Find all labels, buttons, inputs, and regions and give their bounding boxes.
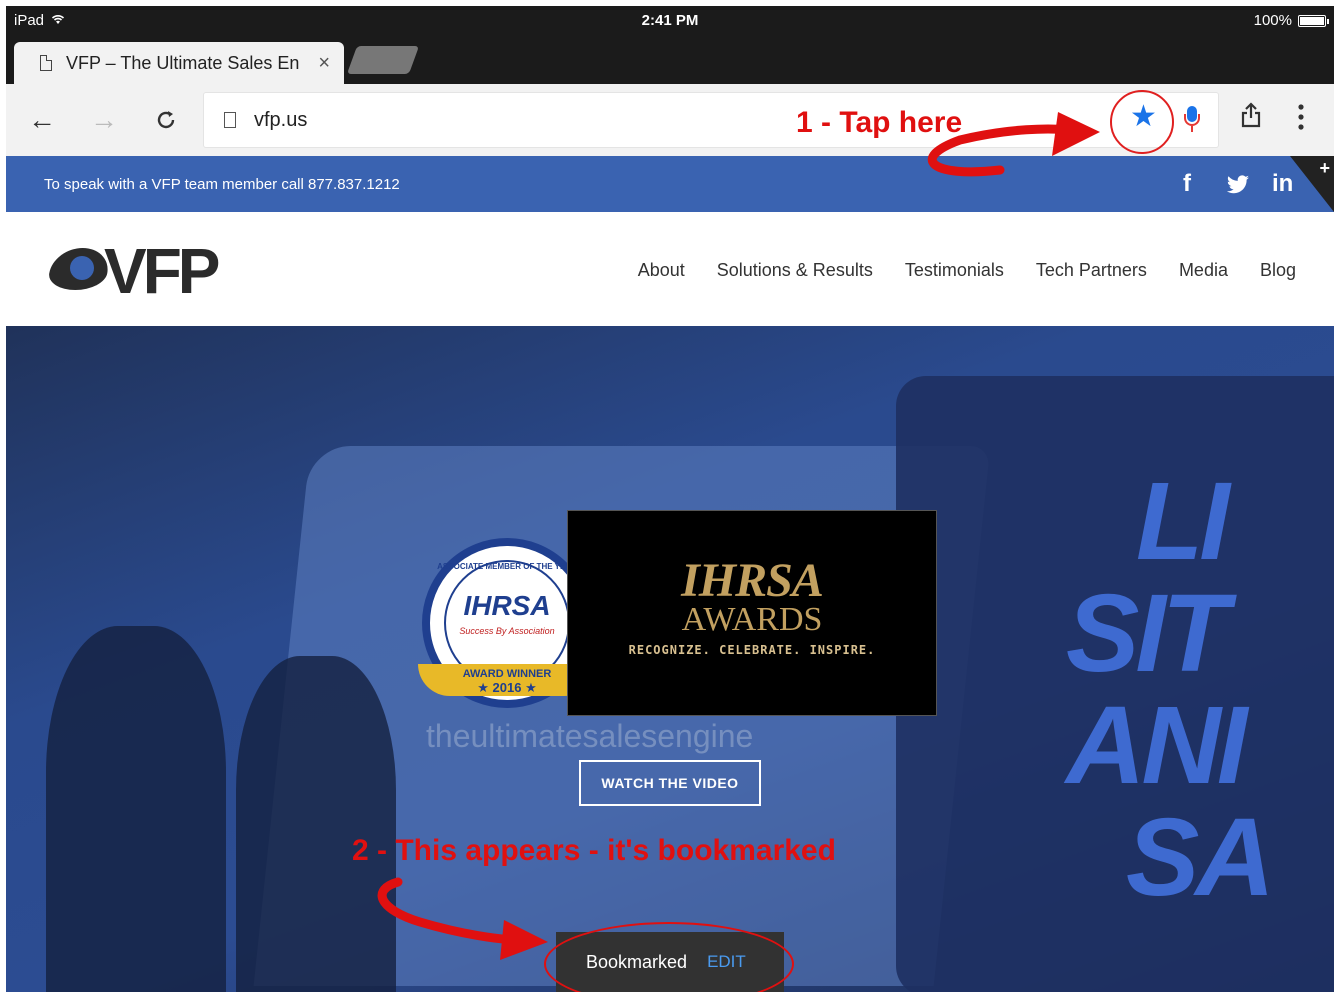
annotation-step-2: 2 - This appears - it's bookmarked [352,834,836,867]
annotation-step-1: 1 - Tap here [796,106,963,139]
